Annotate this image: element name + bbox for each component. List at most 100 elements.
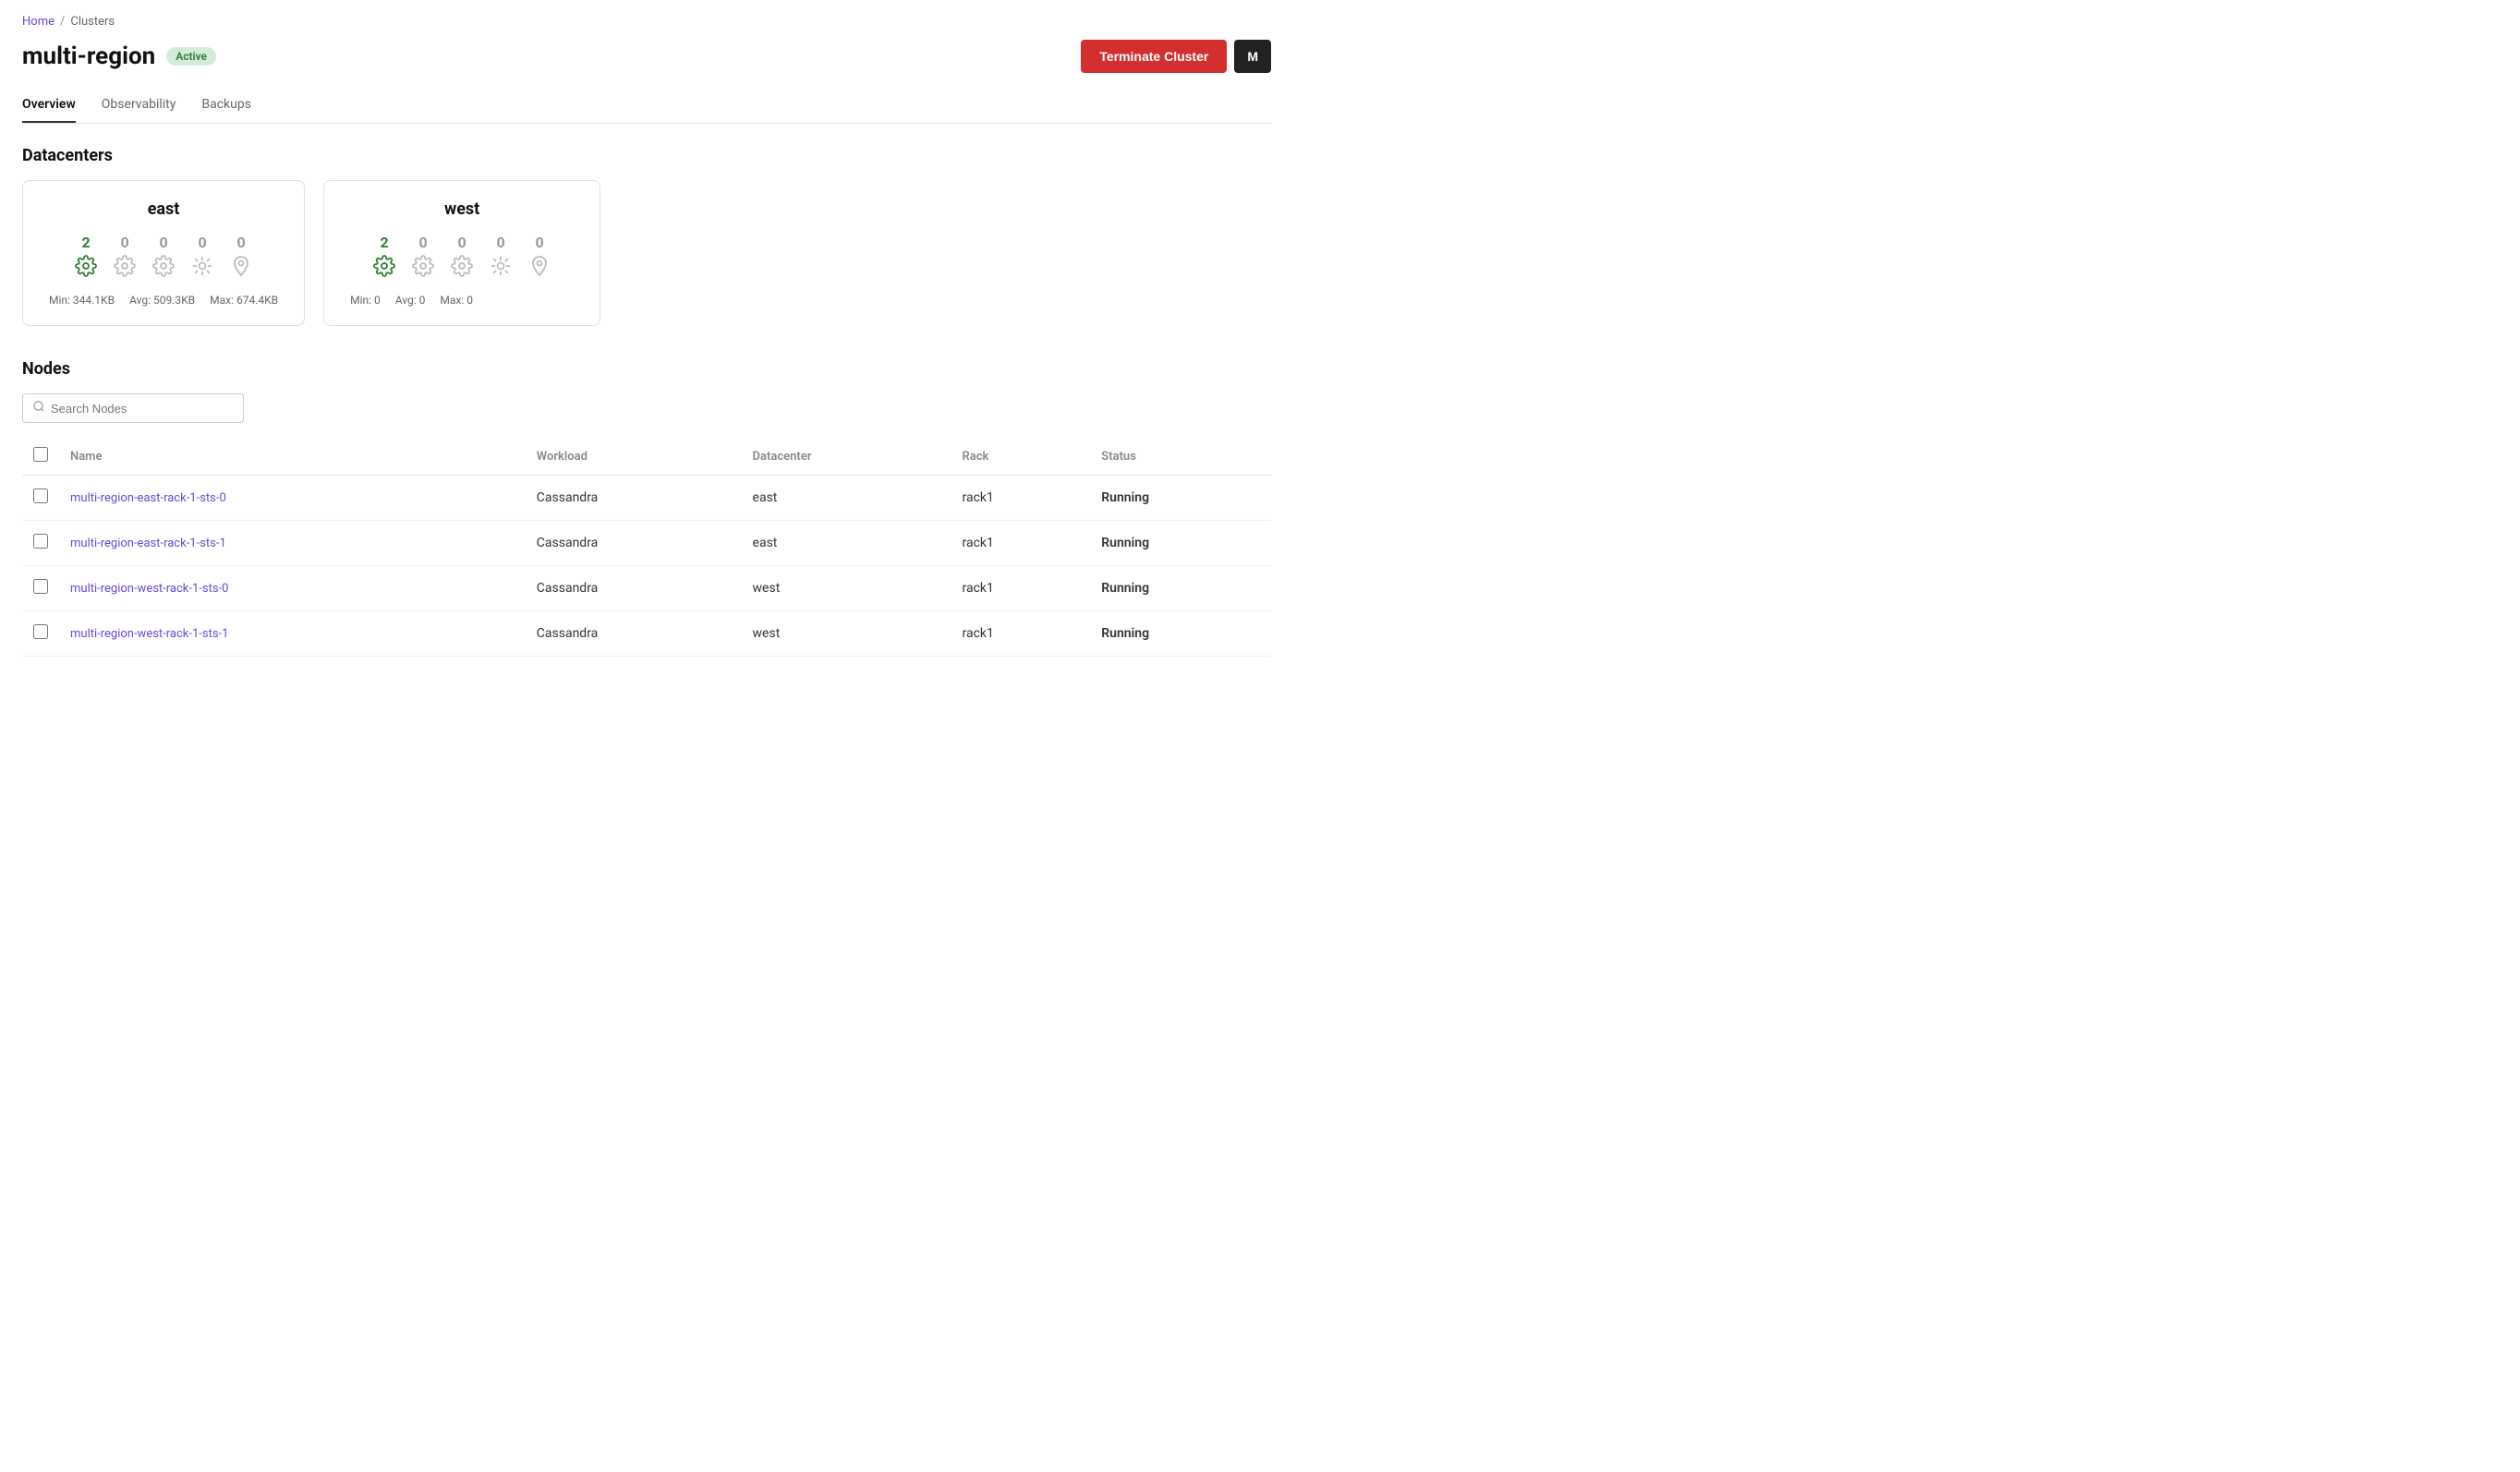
header-actions: Terminate Cluster M [1081, 40, 1271, 73]
dc-east-min: Min: 344.1KB [49, 294, 115, 307]
dc-west-node-icon-4 [528, 255, 551, 283]
node-workload: Cassandra [526, 611, 742, 657]
datacenters-row: east 2 0 [22, 180, 1271, 326]
dc-west-count-0: 2 [381, 234, 389, 251]
dc-west-count-1: 0 [419, 234, 428, 251]
dc-west-avg: Avg: 0 [395, 294, 426, 307]
node-name-link[interactable]: multi-region-west-rack-1-sts-0 [70, 582, 228, 596]
node-workload: Cassandra [526, 476, 742, 521]
dc-east-node-2: 0 [152, 234, 175, 283]
table-row: multi-region-west-rack-1-sts-0 Cassandra… [22, 566, 1271, 611]
dc-west-node-icon-3 [490, 255, 512, 283]
node-name-link[interactable]: multi-region-east-rack-1-sts-1 [70, 537, 226, 550]
dc-east-count-4: 0 [236, 234, 245, 251]
breadcrumb: Home / Clusters [22, 15, 1271, 29]
terminate-cluster-button[interactable]: Terminate Cluster [1081, 40, 1227, 73]
node-datacenter: east [742, 521, 951, 566]
dc-west-nodes-row: 2 0 [350, 234, 574, 283]
datacenters-section: Datacenters east 2 [22, 146, 1271, 326]
breadcrumb-home[interactable]: Home [22, 15, 55, 29]
search-wrap [22, 393, 1271, 423]
dc-east-stats: Min: 344.1KB Avg: 509.3KB Max: 674.4KB [49, 294, 278, 307]
node-rack: rack1 [951, 521, 1091, 566]
col-rack: Rack [951, 438, 1091, 476]
dc-east-node-3: 0 [191, 234, 213, 283]
dc-west-node-icon-1 [412, 255, 434, 283]
dc-west-max: Max: 0 [440, 294, 473, 307]
dc-east-node-icon-1 [114, 255, 136, 283]
node-status: Running [1090, 566, 1271, 611]
node-datacenter: west [742, 611, 951, 657]
status-badge: Active [166, 47, 216, 66]
header-checkbox[interactable] [33, 447, 48, 462]
node-rack: rack1 [951, 476, 1091, 521]
search-input-wrap [22, 393, 244, 423]
table-row: multi-region-east-rack-1-sts-0 Cassandra… [22, 476, 1271, 521]
dc-east-count-3: 0 [198, 234, 206, 251]
datacenter-card-east: east 2 0 [22, 180, 305, 326]
dc-east-count-1: 0 [120, 234, 128, 251]
dc-west-stats: Min: 0 Avg: 0 Max: 0 [350, 294, 574, 307]
node-status: Running [1090, 521, 1271, 566]
tab-backups[interactable]: Backups [201, 88, 251, 123]
dc-west-name: west [350, 199, 574, 219]
dc-east-gear-active-icon [75, 255, 97, 283]
dc-east-node-1: 0 [114, 234, 136, 283]
node-status: Running [1090, 611, 1271, 657]
dc-west-node-4: 0 [528, 234, 551, 283]
dc-east-count-0: 2 [81, 234, 90, 251]
node-workload: Cassandra [526, 566, 742, 611]
datacenters-title: Datacenters [22, 146, 1271, 165]
dc-east-node-0: 2 [75, 234, 97, 283]
dc-east-node-icon-2 [152, 255, 175, 283]
dc-west-node-1: 0 [412, 234, 434, 283]
breadcrumb-separator: / [60, 15, 65, 29]
node-workload: Cassandra [526, 521, 742, 566]
header-left: multi-region Active [22, 42, 216, 70]
col-status: Status [1090, 438, 1271, 476]
row-checkbox[interactable] [33, 489, 48, 503]
row-checkbox[interactable] [33, 534, 48, 549]
dc-east-avg: Avg: 509.3KB [129, 294, 195, 307]
nodes-table: Name Workload Datacenter Rack Status mul… [22, 438, 1271, 657]
dc-west-gear-active-icon [373, 255, 395, 283]
page-header: multi-region Active Terminate Cluster M [22, 40, 1271, 73]
search-icon [32, 400, 45, 416]
dc-east-node-4: 0 [230, 234, 252, 283]
tab-observability[interactable]: Observability [102, 88, 176, 123]
dc-west-node-icon-2 [451, 255, 473, 283]
dc-east-count-2: 0 [159, 234, 167, 251]
dc-west-min: Min: 0 [350, 294, 381, 307]
dc-west-count-4: 0 [536, 234, 544, 251]
row-checkbox[interactable] [33, 579, 48, 594]
table-row: multi-region-east-rack-1-sts-1 Cassandra… [22, 521, 1271, 566]
dc-east-name: east [49, 199, 278, 219]
table-row: multi-region-west-rack-1-sts-1 Cassandra… [22, 611, 1271, 657]
dc-west-node-3: 0 [490, 234, 512, 283]
dc-east-max: Max: 674.4KB [210, 294, 278, 307]
dc-west-count-2: 0 [458, 234, 466, 251]
node-datacenter: west [742, 566, 951, 611]
dc-east-node-icon-3 [191, 255, 213, 283]
breadcrumb-clusters: Clusters [70, 15, 115, 29]
dc-west-count-3: 0 [497, 234, 505, 251]
node-rack: rack1 [951, 566, 1091, 611]
col-name: Name [59, 438, 526, 476]
avatar-button[interactable]: M [1234, 40, 1271, 73]
dc-west-node-0: 2 [373, 234, 395, 283]
dc-east-node-icon-4 [230, 255, 252, 283]
nodes-table-header: Name Workload Datacenter Rack Status [22, 438, 1271, 476]
col-datacenter: Datacenter [742, 438, 951, 476]
tab-overview[interactable]: Overview [22, 88, 76, 123]
nodes-section: Nodes Name Workload [22, 359, 1271, 657]
col-workload: Workload [526, 438, 742, 476]
datacenter-card-west: west 2 0 [323, 180, 600, 326]
page-title: multi-region [22, 42, 155, 70]
node-name-link[interactable]: multi-region-east-rack-1-sts-0 [70, 491, 226, 505]
node-name-link[interactable]: multi-region-west-rack-1-sts-1 [70, 627, 228, 641]
dc-east-nodes-row: 2 0 [49, 234, 278, 283]
nodes-table-body: multi-region-east-rack-1-sts-0 Cassandra… [22, 476, 1271, 657]
node-datacenter: east [742, 476, 951, 521]
row-checkbox[interactable] [33, 624, 48, 639]
search-input[interactable] [51, 402, 234, 416]
